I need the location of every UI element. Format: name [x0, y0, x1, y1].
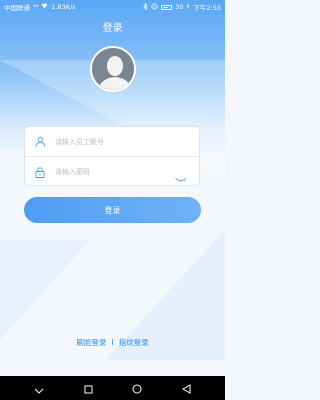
battery-icon	[161, 4, 173, 10]
alt-login-separator: I	[111, 338, 114, 347]
face-login-link[interactable]: 刷脸登录	[76, 337, 106, 348]
network-speed: 1.83K/s	[51, 3, 76, 11]
username-input[interactable]	[55, 137, 165, 146]
fingerprint-login-link[interactable]: 指纹登录	[119, 337, 149, 348]
carrier-label: 中国联通	[4, 4, 30, 12]
status-left: 中国联通 ⁴⁶ 1.83K/s	[4, 2, 76, 12]
hide-nav-button[interactable]	[34, 379, 44, 398]
lock-icon	[25, 166, 55, 178]
vibrate-icon	[151, 3, 158, 12]
wifi-icon	[41, 3, 48, 11]
clock: 下午2:55	[193, 4, 221, 12]
status-right: 30 下午2:55	[143, 2, 221, 12]
recents-button[interactable]	[84, 379, 93, 398]
home-button[interactable]	[132, 379, 142, 398]
bluetooth-icon	[143, 2, 148, 12]
avatar[interactable]	[90, 46, 136, 92]
page-title-bar: 登录	[0, 14, 225, 38]
username-field	[25, 127, 199, 157]
background-shard	[0, 240, 90, 340]
page-title: 登录	[102, 22, 123, 34]
eye-closed-icon[interactable]	[175, 168, 187, 187]
back-button[interactable]	[182, 379, 191, 398]
status-bar: 中国联通 ⁴⁶ 1.83K/s 30 下午2:55	[0, 0, 225, 14]
battery-percent: 30	[175, 3, 184, 11]
password-field	[25, 157, 199, 187]
login-form	[24, 126, 200, 186]
alternative-login: 刷脸登录 I 指纹登录	[0, 337, 225, 348]
system-nav-bar	[0, 376, 225, 400]
password-input[interactable]	[55, 168, 165, 176]
user-icon	[25, 136, 55, 147]
signal-type: ⁴⁶	[33, 3, 39, 11]
charging-icon	[186, 3, 190, 11]
login-button[interactable]: 登录	[24, 197, 201, 223]
